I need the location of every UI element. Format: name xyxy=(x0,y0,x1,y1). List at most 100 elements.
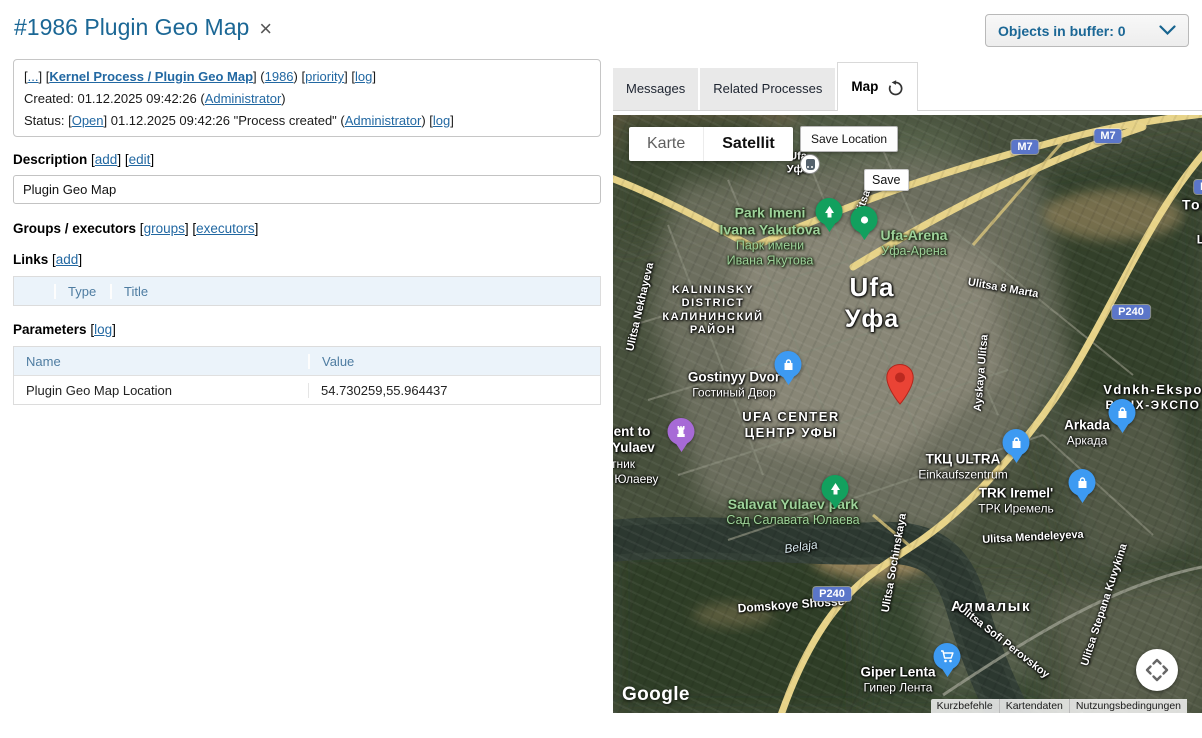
text-run: Links xyxy=(13,252,48,267)
map-label-gostinyy-dvor[interactable]: Gostinyy DvorГостиный Двор xyxy=(688,369,780,400)
process-detail-window: #1986 Plugin Geo Map × Objects in buffer… xyxy=(0,0,1202,738)
text-run: ) xyxy=(281,91,285,106)
road-badge-p240: P240 xyxy=(813,587,851,601)
link-kernel-process-plugin-geo-map[interactable]: Kernel Process / Plugin Geo Map xyxy=(49,69,253,84)
tab-bar: Messages Related Processes Map xyxy=(613,62,1202,111)
map-label-ufa-center: UFA CENTERЦЕНТР УФЫ xyxy=(742,409,840,441)
shopping-pin-arkada[interactable] xyxy=(1109,399,1136,433)
text-run: Description xyxy=(13,152,87,167)
map-label-kalininsky-district: KALININSKYDISTRICTКАЛИНИНСКИЙРАЙОН xyxy=(662,284,763,338)
link-log[interactable]: log xyxy=(433,113,450,128)
park-pin-yakutova[interactable] xyxy=(816,198,843,232)
map-label-giper-lenta[interactable]: Giper LentaГипер Лента xyxy=(860,664,935,695)
map-label-monument-salavat-yulaev[interactable]: Monument toSalavat YulaevПамятникСалават… xyxy=(613,424,658,486)
close-icon[interactable]: × xyxy=(259,18,272,40)
map-label-tkc-ultra[interactable]: ТКЦ ULTRAEinkaufszentrum xyxy=(918,451,1007,482)
pan-control[interactable] xyxy=(1136,649,1178,691)
link-priority[interactable]: priority xyxy=(305,69,344,84)
parameters-col-name: Name xyxy=(14,354,308,369)
shopping-pin-iremel[interactable] xyxy=(1069,469,1096,503)
attribution-link-kurzbefehle[interactable]: Kurzbefehle xyxy=(931,699,999,713)
parameters-heading: Parameters [log] xyxy=(13,322,116,337)
park-pin-salavat[interactable] xyxy=(822,475,849,509)
description-heading: Description [add] [edit] xyxy=(13,152,154,167)
shopping-pin-ultra[interactable] xyxy=(1003,429,1030,463)
link-executors[interactable]: executors xyxy=(196,221,255,236)
monument-pin-yulaev[interactable] xyxy=(668,418,695,452)
text-run: ] xyxy=(78,252,82,267)
objects-in-buffer-dropdown[interactable]: Objects in buffer: 0 xyxy=(985,14,1189,47)
chevron-down-icon xyxy=(1159,25,1176,36)
link-log[interactable]: log xyxy=(355,69,372,84)
link-open[interactable]: Open xyxy=(72,113,104,128)
map-label-ufa-arena[interactable]: Ufa-ArenaУфа-Арена xyxy=(881,227,948,259)
parameters-table: Name Value Plugin Geo Map Location 54.73… xyxy=(13,346,601,405)
links-col-title: Title xyxy=(110,284,600,299)
road-badge-m7: M7 xyxy=(1094,129,1121,143)
text-run: ] xyxy=(255,221,259,236)
tab-map[interactable]: Map xyxy=(837,62,918,111)
attribution-link-kartendaten[interactable]: Kartendaten xyxy=(999,699,1069,713)
location-marker[interactable] xyxy=(885,363,915,410)
text-run: ] [ xyxy=(185,221,196,236)
map-canvas[interactable]: UfaУфа KALININSKYDISTRICTКАЛИНИНСКИЙРАЙОН… xyxy=(613,115,1202,713)
parameter-name-cell: Plugin Geo Map Location xyxy=(14,383,308,398)
page-title-text: #1986 Plugin Geo Map xyxy=(14,14,249,41)
text-run: ] [ xyxy=(117,152,128,167)
process-info-box: [...] [Kernel Process / Plugin Geo Map] … xyxy=(13,59,601,137)
links-table: Type Title xyxy=(13,276,601,306)
map-attribution: KurzbefehleKartendatenNutzungsbedingunge… xyxy=(931,699,1187,713)
save-button[interactable]: Save xyxy=(864,169,909,191)
text-run: Parameters xyxy=(13,322,87,337)
refresh-icon[interactable] xyxy=(887,80,904,97)
link-groups[interactable]: groups xyxy=(144,221,185,236)
link-add[interactable]: add xyxy=(95,152,118,167)
links-col-type: Type xyxy=(54,284,110,299)
map-type-satellit-button[interactable]: Satellit xyxy=(704,127,792,161)
text-run: Status: [ xyxy=(24,113,72,128)
table-row: Plugin Geo Map Location 54.730259,55.964… xyxy=(14,375,600,404)
map-label-torgoviy-cut: Torgoviy xyxy=(1182,196,1202,213)
text-run: [ xyxy=(87,322,95,337)
parameters-table-header: Name Value xyxy=(14,347,600,375)
text-run: ] ( xyxy=(253,69,265,84)
page-title: #1986 Plugin Geo Map × xyxy=(14,14,272,41)
road-badge-m7: M7 xyxy=(1011,140,1038,154)
text-run: ] xyxy=(112,322,116,337)
map-label-trk-iremel[interactable]: TRK Iremel'ТРК Иремель xyxy=(978,485,1053,516)
text-run: Created: 01.12.2025 09:42:26 ( xyxy=(24,91,205,106)
map-type-karte-button[interactable]: Karte xyxy=(629,127,704,161)
tab-related-processes[interactable]: Related Processes xyxy=(700,68,835,110)
map-label-tsentralnyy-cut: Центральный xyxy=(1197,233,1202,248)
text-run: Groups / executors xyxy=(13,221,136,236)
description-input[interactable] xyxy=(13,175,601,204)
attribution-link-nutzungsbedingungen[interactable]: Nutzungsbedingungen xyxy=(1069,699,1187,713)
text-run: ] [ xyxy=(344,69,355,84)
link-1986[interactable]: 1986 xyxy=(265,69,294,84)
breadcrumb: [...] [Kernel Process / Plugin Geo Map] … xyxy=(24,66,590,88)
parameter-value-cell: 54.730259,55.964437 xyxy=(308,383,600,398)
map-label-park-ivana-yakutova[interactable]: Park ImeniIvana YakutovaПарк имениИвана … xyxy=(720,205,821,270)
save-location-button[interactable]: Save Location xyxy=(800,126,898,152)
text-run: ] xyxy=(372,69,376,84)
groups-executors-heading: Groups / executors [groups] [executors] xyxy=(13,221,258,236)
parameters-col-value: Value xyxy=(308,354,600,369)
train-station-icon[interactable] xyxy=(800,154,820,174)
link-add[interactable]: add xyxy=(56,252,79,267)
link-edit[interactable]: edit xyxy=(129,152,151,167)
map-label-arkada[interactable]: ArkadaАркада xyxy=(1064,417,1110,448)
link-log[interactable]: log xyxy=(94,322,112,337)
link-administrator[interactable]: Administrator xyxy=(205,91,282,106)
links-heading: Links [add] xyxy=(13,252,82,267)
text-run: ] 01.12.2025 09:42:26 "Process created" … xyxy=(104,113,345,128)
google-logo[interactable]: Google xyxy=(622,684,690,706)
tab-map-label: Map xyxy=(851,63,878,111)
link-administrator[interactable]: Administrator xyxy=(345,113,422,128)
link--[interactable]: ... xyxy=(28,69,39,84)
tab-messages[interactable]: Messages xyxy=(613,68,698,110)
text-run: [ xyxy=(48,252,56,267)
shopping-pin-gostinyy[interactable] xyxy=(775,351,802,385)
map-label-ufa-city: UfaУфа xyxy=(845,272,899,334)
grocery-pin-lenta[interactable] xyxy=(934,643,961,677)
stadium-pin-ufa-arena[interactable] xyxy=(851,206,878,240)
